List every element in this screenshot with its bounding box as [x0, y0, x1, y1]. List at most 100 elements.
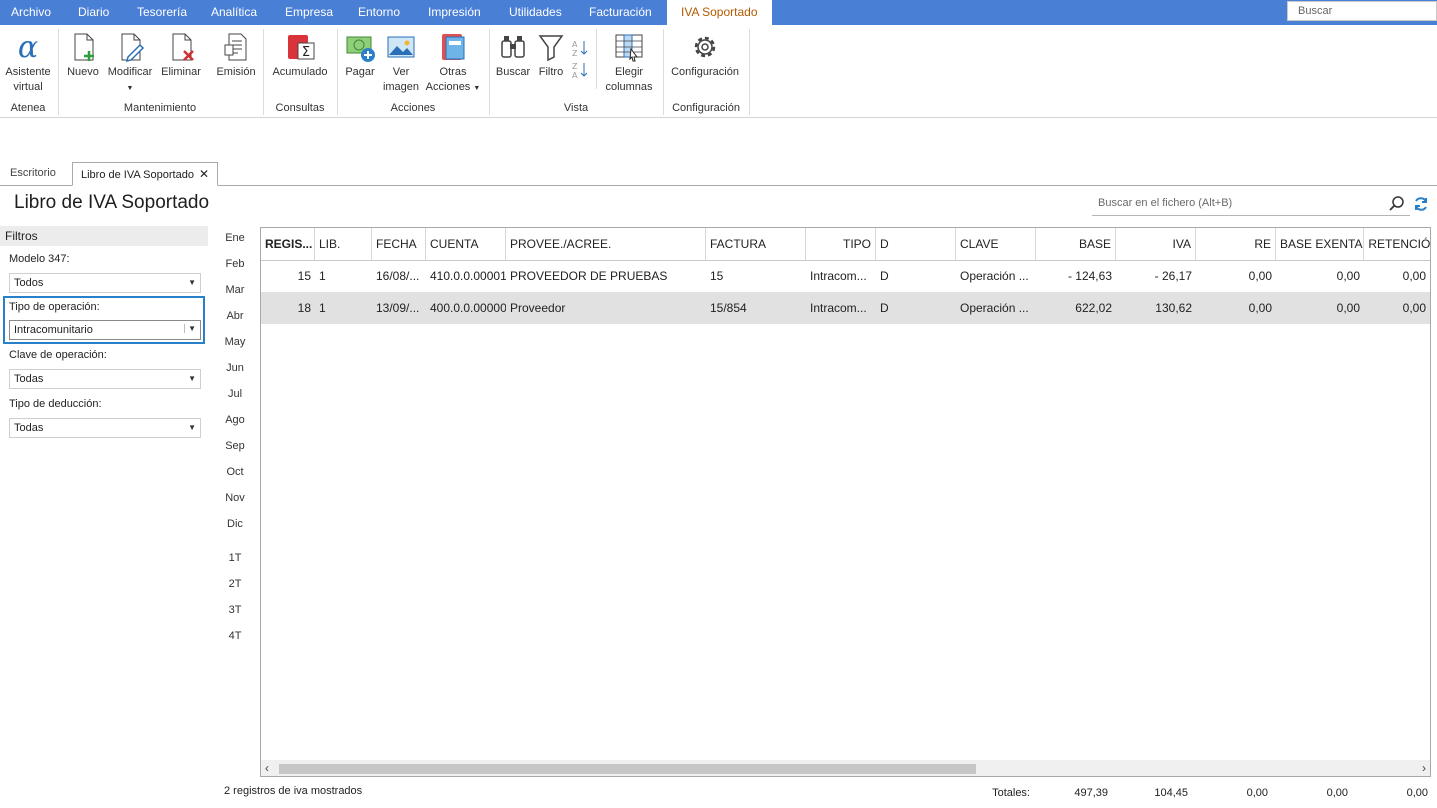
menu-tab-tesoreria[interactable]: Tesorería [137, 0, 187, 25]
scroll-right-icon[interactable]: › [1422, 761, 1426, 775]
search-icon[interactable] [1388, 195, 1406, 213]
sort-descending-button[interactable]: ZA [570, 61, 590, 84]
clave-operacion-select[interactable]: Todas ▼ [9, 369, 201, 389]
sort-ascending-button[interactable]: AZ [570, 39, 590, 62]
clave-operacion-value: Todas [14, 373, 44, 385]
eliminar-label: Eliminar [161, 66, 201, 78]
edit-document-icon [121, 33, 145, 63]
menu-tab-empresa[interactable]: Empresa [285, 0, 333, 25]
col-header-tipo[interactable]: TIPO [806, 228, 876, 260]
ribbon-separator [596, 29, 597, 89]
elegir-columnas-button[interactable]: Elegir columnas [601, 31, 657, 95]
month-feb[interactable]: Feb [222, 258, 248, 270]
sum-book-icon: Σ [288, 35, 315, 60]
month-may[interactable]: May [222, 336, 248, 348]
month-nov[interactable]: Nov [222, 492, 248, 504]
month-sep[interactable]: Sep [222, 440, 248, 452]
col-header-clave[interactable]: CLAVE [956, 228, 1036, 260]
svg-text:A: A [572, 40, 578, 49]
cell-factura: 15/854 [710, 301, 747, 315]
otras-acciones-button[interactable]: Otras Acciones ▼ [424, 31, 482, 96]
scroll-left-icon[interactable]: ‹ [265, 761, 269, 775]
month-jun[interactable]: Jun [222, 362, 248, 374]
ribbon-separator [58, 29, 59, 115]
quarter-1t[interactable]: 1T [222, 552, 248, 564]
scrollbar-thumb[interactable] [279, 764, 976, 774]
emision-button[interactable]: Emisión [213, 31, 259, 80]
modelo-347-select[interactable]: Todos ▼ [9, 273, 201, 293]
configuracion-button[interactable]: Configuración [667, 31, 743, 80]
col-header-proveedor[interactable]: PROVEE./ACREE. [506, 228, 706, 260]
menu-tab-iva-soportado[interactable]: IVA Soportado [667, 0, 772, 25]
col-header-cuenta[interactable]: CUENTA [426, 228, 506, 260]
cell-cuenta: 410.0.0.00001 [430, 269, 506, 283]
month-dic[interactable]: Dic [222, 518, 248, 530]
group-atenea: Atenea [10, 102, 46, 114]
col-header-re[interactable]: RE [1196, 228, 1276, 260]
cell-clave: Operación ... [960, 269, 1029, 283]
columns-icon [615, 34, 643, 62]
tab-escritorio[interactable]: Escritorio [2, 162, 64, 186]
chevron-down-icon: ▼ [184, 324, 196, 333]
acumulado-button[interactable]: Σ Acumulado [268, 31, 332, 80]
cell-retencion: 0,00 [1402, 269, 1426, 283]
menu-tab-utilidades[interactable]: Utilidades [509, 0, 562, 25]
col-header-base-exenta[interactable]: BASE EXENTA [1276, 228, 1364, 260]
tipo-operacion-label: Tipo de operación: [9, 301, 100, 313]
asistente-virtual-button[interactable]: α Asistente virtual [2, 31, 54, 95]
month-ago[interactable]: Ago [222, 414, 248, 426]
col-header-iva[interactable]: IVA [1116, 228, 1196, 260]
month-oct[interactable]: Oct [222, 466, 248, 478]
actions-book-icon [442, 34, 465, 60]
nuevo-button[interactable]: Nuevo [63, 31, 103, 80]
col-header-registro[interactable]: REGIS... [261, 228, 315, 260]
cell-libro: 1 [319, 269, 326, 283]
month-abr[interactable]: Abr [222, 310, 248, 322]
tab-libro-iva-soportado[interactable]: Libro de IVA Soportado ✕ [72, 162, 218, 186]
global-search-input[interactable]: Buscar [1287, 1, 1437, 21]
month-ene[interactable]: Ene [222, 232, 248, 244]
col-header-libro[interactable]: LIB. [315, 228, 372, 260]
tipo-deduccion-value: Todas [14, 422, 44, 434]
eliminar-button[interactable]: Eliminar [158, 31, 204, 80]
menu-tab-facturacion[interactable]: Facturación [589, 0, 652, 25]
filtro-button[interactable]: Filtro [534, 31, 568, 80]
quarter-3t[interactable]: 3T [222, 604, 248, 616]
pagar-button[interactable]: Pagar [341, 31, 379, 80]
cell-registro: 15 [297, 269, 311, 283]
ver-imagen-button[interactable]: Ver imagen [381, 31, 421, 95]
group-acciones: Acciones [390, 102, 436, 114]
alpha-icon: α [18, 31, 38, 63]
otras-label: Otras [439, 66, 467, 78]
table-row[interactable]: 18 1 13/09/... 400.0.0.00000 Proveedor 1… [261, 292, 1430, 324]
menu-tab-diario[interactable]: Diario [78, 0, 109, 25]
quarter-4t[interactable]: 4T [222, 630, 248, 642]
close-icon[interactable]: ✕ [199, 167, 209, 181]
columnas-label: columnas [605, 81, 653, 93]
table-row[interactable]: 15 1 16/08/... 410.0.0.00001 PROVEEDOR D… [261, 260, 1430, 292]
col-header-fecha[interactable]: FECHA [372, 228, 426, 260]
tipo-operacion-select[interactable]: Intracomunitario ▼ [9, 320, 201, 340]
col-header-factura[interactable]: FACTURA [706, 228, 806, 260]
cell-libro: 1 [319, 301, 326, 315]
refresh-icon[interactable] [1412, 195, 1430, 213]
month-jul[interactable]: Jul [222, 388, 248, 400]
horizontal-scrollbar[interactable]: ‹ › [261, 760, 1430, 776]
tipo-deduccion-select[interactable]: Todas ▼ [9, 418, 201, 438]
totals-label: Totales: [992, 787, 1030, 799]
modificar-button[interactable]: Modificar ▼ [104, 31, 156, 96]
menu-tab-archivo[interactable]: Archivo [11, 0, 51, 25]
col-header-retencion[interactable]: RETENCIÓN [1364, 228, 1430, 260]
file-search-input[interactable]: Buscar en el fichero (Alt+B) [1092, 192, 1410, 216]
col-header-d[interactable]: D [876, 228, 956, 260]
month-mar[interactable]: Mar [222, 284, 248, 296]
menu-tab-analitica[interactable]: Analítica [211, 0, 257, 25]
buscar-button[interactable]: Buscar [494, 31, 532, 80]
menu-tab-impresion[interactable]: Impresión [428, 0, 481, 25]
menu-tab-entorno[interactable]: Entorno [358, 0, 400, 25]
quarter-2t[interactable]: 2T [222, 578, 248, 590]
cell-re: 0,00 [1248, 301, 1272, 315]
acciones-btn-label: Acciones [425, 81, 471, 93]
col-header-base[interactable]: BASE [1036, 228, 1116, 260]
svg-text:Σ: Σ [302, 45, 310, 60]
